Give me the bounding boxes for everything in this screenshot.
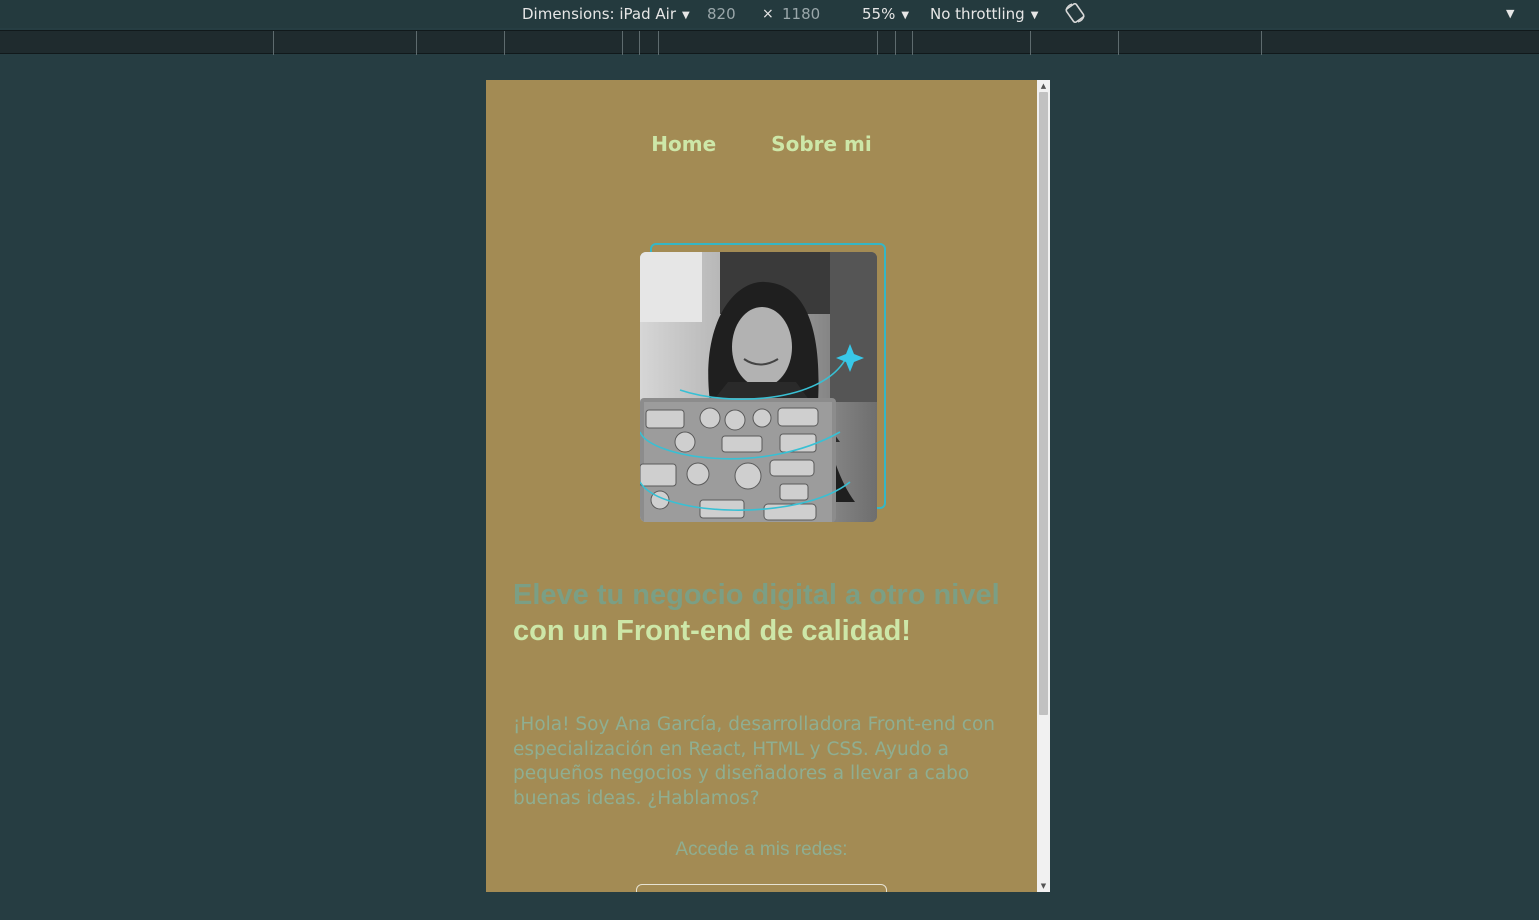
zoom-dropdown[interactable]: 55% ▼: [862, 4, 909, 24]
hero-portrait-image: [640, 252, 877, 522]
social-links-label: Accede a mis redes:: [675, 839, 848, 860]
device-viewport: Home Sobre mi Eleve tu negocio digital a…: [486, 80, 1050, 892]
ruler-tick: [416, 31, 417, 55]
throttling-label: No throttling: [930, 5, 1025, 23]
zoom-label: 55%: [862, 5, 896, 23]
ruler-tick: [639, 31, 640, 55]
caret-down-icon: ▼: [681, 10, 690, 21]
ruler-tick: [622, 31, 623, 55]
ruler-tick: [877, 31, 878, 55]
dimensions-label: Dimensions: iPad Air: [522, 5, 676, 23]
main-nav: Home Sobre mi: [486, 132, 1037, 156]
ruler-tick: [1118, 31, 1119, 55]
hero-intro-text: ¡Hola! Soy Ana García, desarrolladora Fr…: [513, 714, 996, 809]
ruler-tick: [1030, 31, 1031, 55]
nav-link-home[interactable]: Home: [651, 132, 716, 156]
height-input[interactable]: 1180: [782, 4, 820, 24]
ruler-tick: [504, 31, 505, 55]
device-toolbar: Dimensions: iPad Air ▼ 820 × 1180 55% ▼ No…: [0, 0, 1539, 28]
width-input[interactable]: 820: [707, 4, 736, 24]
vertical-scrollbar[interactable]: ▲ ▼: [1037, 80, 1050, 892]
more-options-icon[interactable]: ▼: [1506, 4, 1514, 24]
headline-accent-text: Eleve tu negocio digital a otro nivel: [513, 579, 1000, 611]
scroll-down-arrow-icon[interactable]: ▼: [1037, 880, 1050, 892]
ruler-tick: [273, 31, 274, 55]
hero-headline: Eleve tu negocio digital a otro nivel co…: [513, 577, 1013, 649]
ruler-tick: [912, 31, 913, 55]
caret-down-icon: ▼: [1030, 10, 1039, 21]
ruler-tick: [895, 31, 896, 55]
rotate-icon[interactable]: [1063, 1, 1087, 25]
dimensions-dropdown[interactable]: Dimensions: iPad Air ▼: [522, 4, 690, 24]
ruler-tick: [1261, 31, 1262, 55]
ruler-tick: [658, 31, 659, 55]
nav-link-about[interactable]: Sobre mi: [771, 132, 872, 156]
throttling-dropdown[interactable]: No throttling ▼: [930, 4, 1038, 24]
social-links-box[interactable]: [636, 884, 887, 892]
times-icon: ×: [762, 6, 774, 22]
scroll-up-arrow-icon[interactable]: ▲: [1037, 80, 1050, 92]
caret-down-icon: ▼: [901, 10, 910, 21]
headline-main-text: con un Front-end de calidad!: [513, 615, 911, 647]
scrollbar-thumb[interactable]: [1039, 92, 1048, 715]
media-query-ruler[interactable]: [0, 30, 1539, 55]
